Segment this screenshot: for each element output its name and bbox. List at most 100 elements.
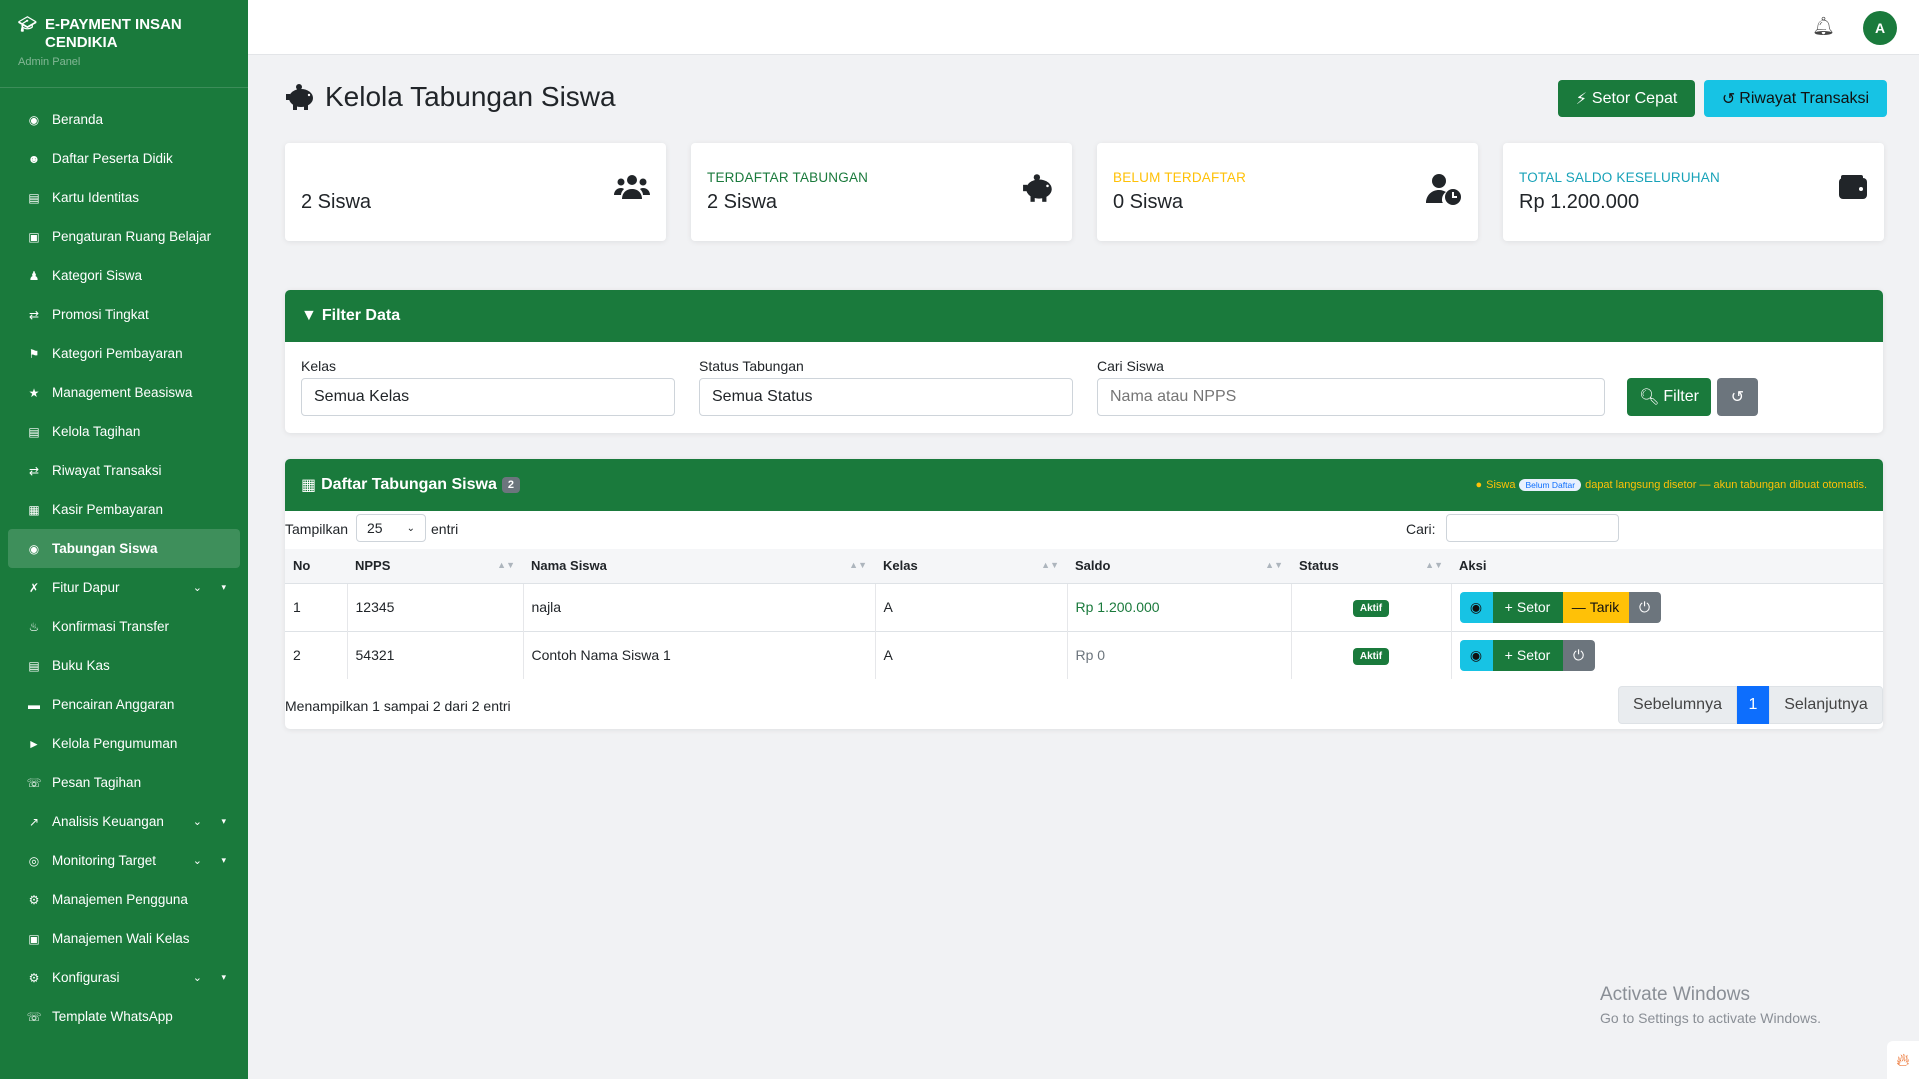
chevron-down-icon: ⌄ bbox=[192, 855, 202, 867]
sidebar-item-pesan-tagihan[interactable]: ☏ Pesan Tagihan bbox=[8, 763, 240, 802]
bell-icon[interactable]: 🔔︎ bbox=[1812, 16, 1835, 37]
sidebar-item-analisis-keuangan[interactable]: ↗ Analisis Keuangan ⌄ ▾ bbox=[8, 802, 240, 841]
status-select[interactable]: Semua Status bbox=[699, 378, 1073, 416]
cell-npps: 12345 bbox=[346, 582, 523, 631]
cell-status: Aktif bbox=[1290, 582, 1451, 631]
piggy-bank-icon bbox=[1023, 174, 1052, 202]
col-kelas[interactable]: Kelas ▲▼ bbox=[875, 549, 1067, 583]
view-button[interactable]: ◉ bbox=[1459, 591, 1493, 623]
topbar: 🔔︎ A bbox=[248, 0, 1919, 55]
sidebar-item-template-whatsapp[interactable]: ☏ Template WhatsApp bbox=[8, 997, 240, 1036]
riwayat-transaksi-button[interactable]: ↺ Riwayat Transaksi bbox=[1704, 80, 1887, 117]
col-nama[interactable]: Nama Siswa ▲▼ bbox=[523, 549, 875, 583]
sidebar-item-riwayat-transaksi[interactable]: ⇄ Riwayat Transaksi bbox=[8, 451, 240, 490]
info-note: ● Siswa Belum Daftar dapat langsung dise… bbox=[1475, 479, 1867, 491]
id-card-icon: ▤ bbox=[28, 190, 40, 205]
tabungan-table: No NPPS ▲▼ Nama Siswa ▲▼ Kelas ▲▼ Saldo ▲▼ S… bbox=[285, 549, 1883, 679]
page-header: Kelola Tabungan Siswa ⚡︎ Setor Cepat ↺ R… bbox=[285, 55, 1887, 141]
sidebar-item-kartu-identitas[interactable]: ▤ Kartu Identitas bbox=[8, 178, 240, 217]
sidebar-item-monitoring-target[interactable]: ◎ Monitoring Target ⌄ ▾ bbox=[8, 841, 240, 880]
table-row: 2 54321 Contoh Nama Siswa 1 A Rp 0 Aktif… bbox=[285, 630, 1883, 679]
sidebar-item-kategori-siswa[interactable]: ♟ Kategori Siswa bbox=[8, 256, 240, 295]
eye-icon: ◉ bbox=[1469, 598, 1483, 615]
sidebar-item-tabungan-siswa[interactable]: ◉ Tabungan Siswa bbox=[8, 529, 240, 568]
sidebar-item-kategori-pembayaran[interactable]: ⚑ Kategori Pembayaran bbox=[8, 334, 240, 373]
table-controls: Tampilkan 25 ⌄ entri Cari: bbox=[285, 511, 1883, 549]
col-npps[interactable]: NPPS ▲▼ bbox=[347, 549, 523, 583]
sidebar-item-promosi-tingkat[interactable]: ⇄ Promosi Tingkat bbox=[8, 295, 240, 334]
setor-cepat-button[interactable]: ⚡︎ Setor Cepat bbox=[1558, 80, 1695, 117]
sidebar-item-pencairan-anggaran[interactable]: ▬ Pencairan Anggaran bbox=[8, 685, 240, 724]
avatar[interactable]: A bbox=[1863, 11, 1897, 45]
setor-button[interactable]: + Setor bbox=[1492, 639, 1563, 671]
piggy-bank-icon: ◉ bbox=[28, 541, 40, 556]
sidebar-item-label: Konfirmasi Transfer bbox=[52, 619, 170, 634]
sidebar-item-kasir-pembayaran[interactable]: ▦ Kasir Pembayaran bbox=[8, 490, 240, 529]
filter-button[interactable]: 🔍︎ Filter bbox=[1627, 378, 1711, 416]
file-invoice-icon: ▤ bbox=[28, 424, 40, 439]
cari-siswa-input[interactable] bbox=[1097, 378, 1605, 416]
power-icon[interactable]: ⏻︎ bbox=[1562, 639, 1595, 671]
col-status[interactable]: Status ▲▼ bbox=[1291, 549, 1451, 583]
flame-icon[interactable]: 🔥︎ bbox=[1887, 1041, 1919, 1079]
length-select[interactable]: 25 ⌄ bbox=[356, 514, 426, 542]
users-icon bbox=[614, 175, 650, 199]
stat-value: Rp 1.200.000 bbox=[1519, 191, 1640, 213]
sidebar-item-pengaturan-ruang-belajar[interactable]: ▣ Pengaturan Ruang Belajar bbox=[8, 217, 240, 256]
sidebar-item-label: Kategori Pembayaran bbox=[52, 346, 183, 361]
chevron-down-icon: ⌄ bbox=[406, 522, 415, 534]
sidebar-item-label: Pengaturan Ruang Belajar bbox=[52, 229, 212, 244]
pagination-prev[interactable]: Sebelumnya bbox=[1618, 686, 1737, 724]
col-saldo[interactable]: Saldo ▲▼ bbox=[1067, 549, 1291, 583]
sidebar-item-management-beasiswa[interactable]: ★ Management Beasiswa bbox=[8, 373, 240, 412]
sidebar-item-kelola-pengumuman[interactable]: ► Kelola Pengumuman bbox=[8, 724, 240, 763]
cell-aksi: ◉ + Setor ⏻︎ bbox=[1450, 630, 1883, 679]
power-icon[interactable]: ⏻︎ bbox=[1628, 591, 1661, 623]
dashboard-icon: ◉ bbox=[28, 112, 40, 127]
brand-subtitle: Admin Panel bbox=[18, 56, 81, 68]
tarik-button[interactable]: — Tarik bbox=[1562, 591, 1629, 623]
table-info: Menampilkan 1 sampai 2 dari 2 entri bbox=[285, 698, 511, 714]
length-value: 25 bbox=[367, 520, 383, 536]
search-icon: 🔍︎ bbox=[1639, 389, 1660, 406]
stats-row: 2 Siswa TERDAFTAR TABUNGAN 2 Siswa BELUM… bbox=[285, 143, 1884, 241]
cell-status: Aktif bbox=[1290, 630, 1451, 679]
cell-aksi: ◉ + Setor — Tarik ⏻︎ bbox=[1450, 582, 1883, 631]
brand-title-text: E-PAYMENT INSAN CENDIKIA bbox=[45, 16, 182, 51]
sidebar-item-label: Management Beasiswa bbox=[52, 385, 193, 400]
sidebar-item-fitur-dapur[interactable]: ✗ Fitur Dapur ⌄ ▾ bbox=[8, 568, 240, 607]
cell-saldo: Rp 1.200.000 bbox=[1066, 582, 1291, 631]
setor-button[interactable]: + Setor bbox=[1492, 591, 1563, 623]
view-button[interactable]: ◉ bbox=[1459, 639, 1493, 671]
sidebar-item-manajemen-wali-kelas[interactable]: ▣ Manajemen Wali Kelas bbox=[8, 919, 240, 958]
sidebar-item-manajemen-pengguna[interactable]: ⚙ Manajemen Pengguna bbox=[8, 880, 240, 919]
users-icon: ☻ bbox=[27, 151, 41, 166]
tabungan-list-card: ▦ Daftar Tabungan Siswa 2 ● Siswa Belum … bbox=[285, 459, 1883, 729]
sidebar-item-daftar-peserta-didik[interactable]: ☻ Daftar Peserta Didik bbox=[8, 139, 240, 178]
cell-npps: 54321 bbox=[346, 630, 523, 679]
exchange-icon: ⇄ bbox=[28, 307, 40, 322]
sidebar-item-label: Pesan Tagihan bbox=[52, 775, 142, 790]
sidebar-item-kelola-tagihan[interactable]: ▤ Kelola Tagihan bbox=[8, 412, 240, 451]
sidebar-item-konfigurasi[interactable]: ⚙ Konfigurasi ⌄ ▾ bbox=[8, 958, 240, 997]
brand-title[interactable]: 🎓︎ E-PAYMENT INSAN CENDIKIA bbox=[18, 16, 230, 52]
length-label: Tampilkan bbox=[285, 521, 349, 537]
table-header-row: No NPPS ▲▼ Nama Siswa ▲▼ Kelas ▲▼ Saldo ▲▼ S… bbox=[285, 549, 1883, 583]
pagination-next[interactable]: Selanjutnya bbox=[1769, 686, 1883, 724]
sidebar-item-beranda[interactable]: ◉ Beranda bbox=[8, 100, 240, 139]
pagination-page[interactable]: 1 bbox=[1737, 686, 1769, 724]
cash-register-icon: ▦ bbox=[28, 502, 40, 517]
filter-button-label: Filter bbox=[1663, 388, 1699, 405]
filter-card: ▼ Filter Data Kelas Semua Kelas Status T… bbox=[285, 290, 1883, 433]
bell-icon: ♨ bbox=[28, 619, 40, 634]
kelas-select[interactable]: Semua Kelas bbox=[301, 378, 675, 416]
sidebar-item-buku-kas[interactable]: ▤ Buku Kas bbox=[8, 646, 240, 685]
chevron-down-icon: ⌄ bbox=[192, 816, 202, 828]
table-search-input[interactable] bbox=[1446, 514, 1619, 542]
reset-button[interactable]: ↺ bbox=[1717, 378, 1758, 416]
cell-kelas: A bbox=[874, 582, 1067, 631]
col-no[interactable]: No bbox=[285, 549, 347, 583]
sidebar-item-konfirmasi-transfer[interactable]: ♨ Konfirmasi Transfer bbox=[8, 607, 240, 646]
info-circle-icon: ● bbox=[1475, 479, 1483, 491]
sidebar-item-label: Kategori Siswa bbox=[52, 268, 143, 283]
